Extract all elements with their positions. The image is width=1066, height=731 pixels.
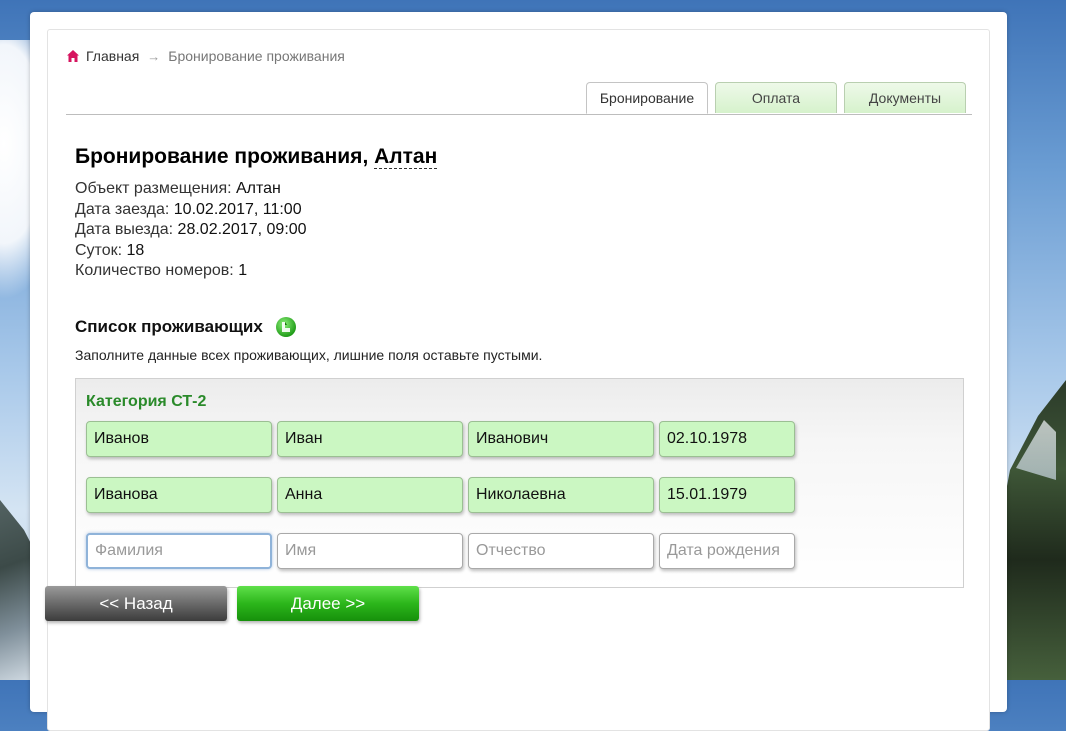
content-card: Главная → Бронирование проживания Бронир… bbox=[47, 29, 990, 731]
guest-3-last-name-field[interactable] bbox=[86, 533, 272, 569]
tab-documents[interactable]: Документы bbox=[844, 82, 966, 113]
info-object-label: Объект размещения: bbox=[75, 180, 232, 197]
breadcrumb: Главная → Бронирование проживания bbox=[66, 48, 345, 64]
info-object: Объект размещения: Алтан bbox=[75, 179, 307, 200]
room-category: Категория СТ-2 bbox=[86, 393, 207, 410]
guest-2-birth-date-field[interactable] bbox=[659, 477, 795, 513]
back-button[interactable]: << Назад bbox=[45, 586, 227, 621]
info-checkout: Дата выезда: 28.02.2017, 09:00 bbox=[75, 220, 307, 241]
info-rooms: Количество номеров: 1 bbox=[75, 261, 307, 282]
booking-info: Объект размещения: Алтан Дата заезда: 10… bbox=[75, 179, 307, 282]
guest-3-first-name-field[interactable] bbox=[277, 533, 463, 569]
breadcrumb-home-link[interactable]: Главная bbox=[86, 48, 139, 64]
breadcrumb-separator: → bbox=[147, 48, 161, 64]
info-rooms-label: Количество номеров: bbox=[75, 262, 234, 279]
tab-payment[interactable]: Оплата bbox=[715, 82, 837, 113]
info-checkin-value: 10.02.2017, 11:00 bbox=[173, 200, 302, 218]
info-object-value: Алтан bbox=[236, 180, 281, 197]
guest-1-first-name-field[interactable] bbox=[277, 421, 463, 457]
object-link[interactable]: Алтан bbox=[374, 145, 438, 169]
info-rooms-value: 1 bbox=[238, 262, 248, 279]
guests-title-text: Список проживающих bbox=[75, 317, 263, 336]
next-button[interactable]: Далее >> bbox=[237, 586, 419, 621]
info-days: Суток: 18 bbox=[75, 241, 307, 262]
guests-hint: Заполните данные всех проживающих, лишни… bbox=[75, 347, 543, 363]
breadcrumb-current: Бронирование проживания bbox=[168, 48, 345, 64]
guest-2-middle-name-field[interactable] bbox=[468, 477, 654, 513]
guests-panel: Категория СТ-2 bbox=[75, 378, 964, 588]
info-checkin-label: Дата заезда: bbox=[75, 200, 170, 218]
home-icon[interactable] bbox=[66, 49, 80, 63]
guest-1-middle-name-field[interactable] bbox=[468, 421, 654, 457]
guests-section-title: Список проживающих bbox=[75, 316, 297, 338]
guest-1-birth-date-field[interactable] bbox=[659, 421, 795, 457]
tabs-divider bbox=[66, 114, 972, 115]
guest-1-last-name-field[interactable] bbox=[86, 421, 272, 457]
guest-2-first-name-field[interactable] bbox=[277, 477, 463, 513]
guest-2-last-name-field[interactable] bbox=[86, 477, 272, 513]
tab-booking[interactable]: Бронирование bbox=[586, 82, 708, 114]
info-checkout-label: Дата выезда: bbox=[75, 221, 174, 238]
add-guest-icon[interactable] bbox=[275, 316, 297, 338]
info-checkin: Дата заезда: 10.02.2017, 11:00 bbox=[75, 200, 307, 221]
guest-3-middle-name-field[interactable] bbox=[468, 533, 654, 569]
page-title: Бронирование проживания, Алтан bbox=[75, 145, 438, 169]
info-days-label: Суток: bbox=[75, 241, 123, 259]
info-days-value: 18 bbox=[126, 241, 145, 259]
page-title-text: Бронирование проживания, bbox=[75, 145, 369, 168]
info-checkout-value: 28.02.2017, 09:00 bbox=[177, 221, 307, 238]
guest-3-birth-date-field[interactable] bbox=[659, 533, 795, 569]
